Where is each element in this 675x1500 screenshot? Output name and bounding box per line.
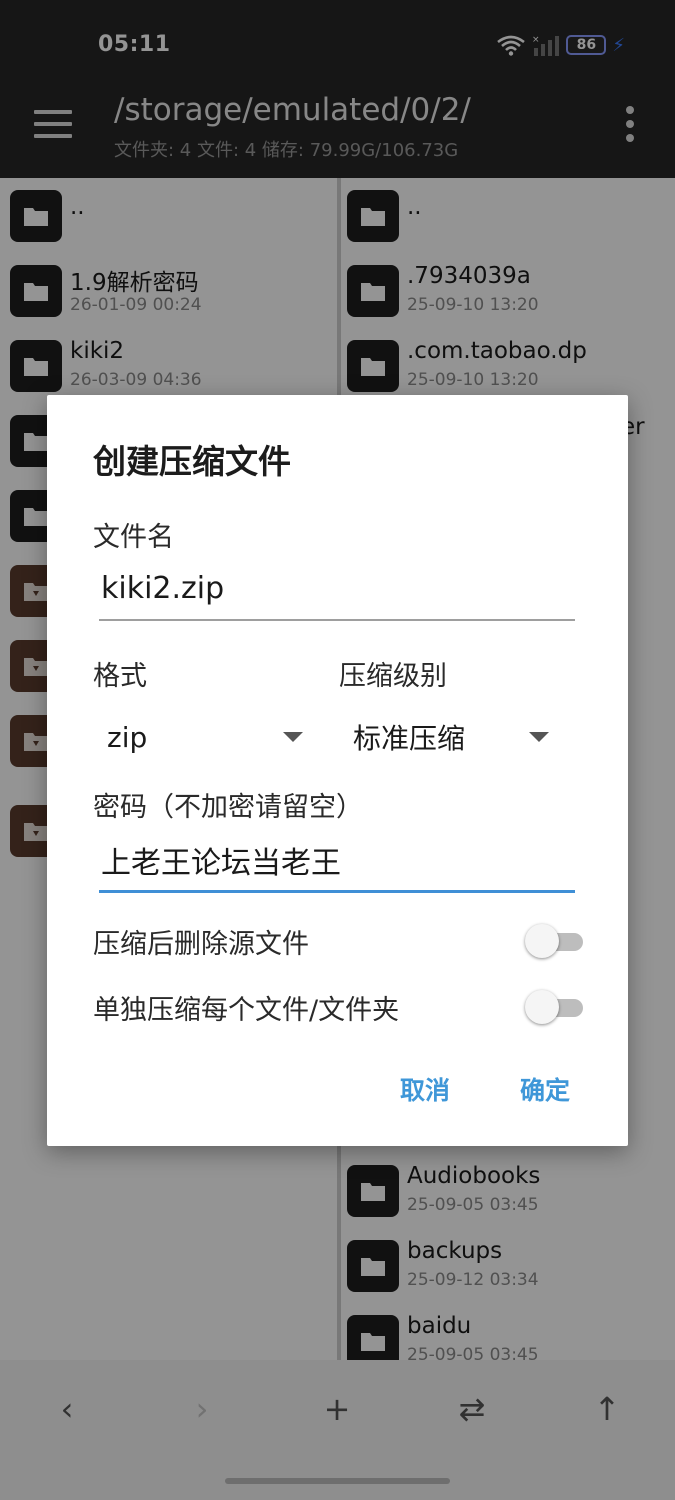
create-archive-dialog: 创建压缩文件 文件名 格式 压缩级别 zip 标准压缩 密码（不加密请留空） 压… [47, 395, 628, 1146]
compression-level-label: 压缩级别 [339, 661, 447, 692]
dialog-title: 创建压缩文件 [93, 442, 291, 481]
separate-archive-row[interactable]: 单独压缩每个文件/文件夹 [93, 982, 583, 1030]
compression-level-value: 标准压缩 [353, 722, 466, 755]
compression-level-select[interactable]: 标准压缩 [353, 712, 553, 762]
separate-archive-label: 单独压缩每个文件/文件夹 [93, 995, 400, 1026]
format-label: 格式 [93, 661, 147, 692]
dropdown-arrow-icon [283, 732, 303, 742]
delete-source-switch[interactable] [525, 924, 583, 958]
format-select[interactable]: zip [107, 712, 307, 762]
delete-source-row[interactable]: 压缩后删除源文件 [93, 916, 583, 964]
separate-archive-switch[interactable] [525, 990, 583, 1024]
delete-source-label: 压缩后删除源文件 [93, 929, 309, 960]
password-input[interactable] [99, 835, 575, 893]
dropdown-arrow-icon [529, 732, 549, 742]
filename-label: 文件名 [93, 522, 174, 553]
ok-button[interactable]: 确定 [520, 1071, 570, 1107]
cancel-button[interactable]: 取消 [400, 1071, 450, 1107]
filename-input[interactable] [99, 563, 575, 621]
password-label: 密码（不加密请留空） [93, 792, 363, 823]
format-value: zip [107, 720, 148, 754]
